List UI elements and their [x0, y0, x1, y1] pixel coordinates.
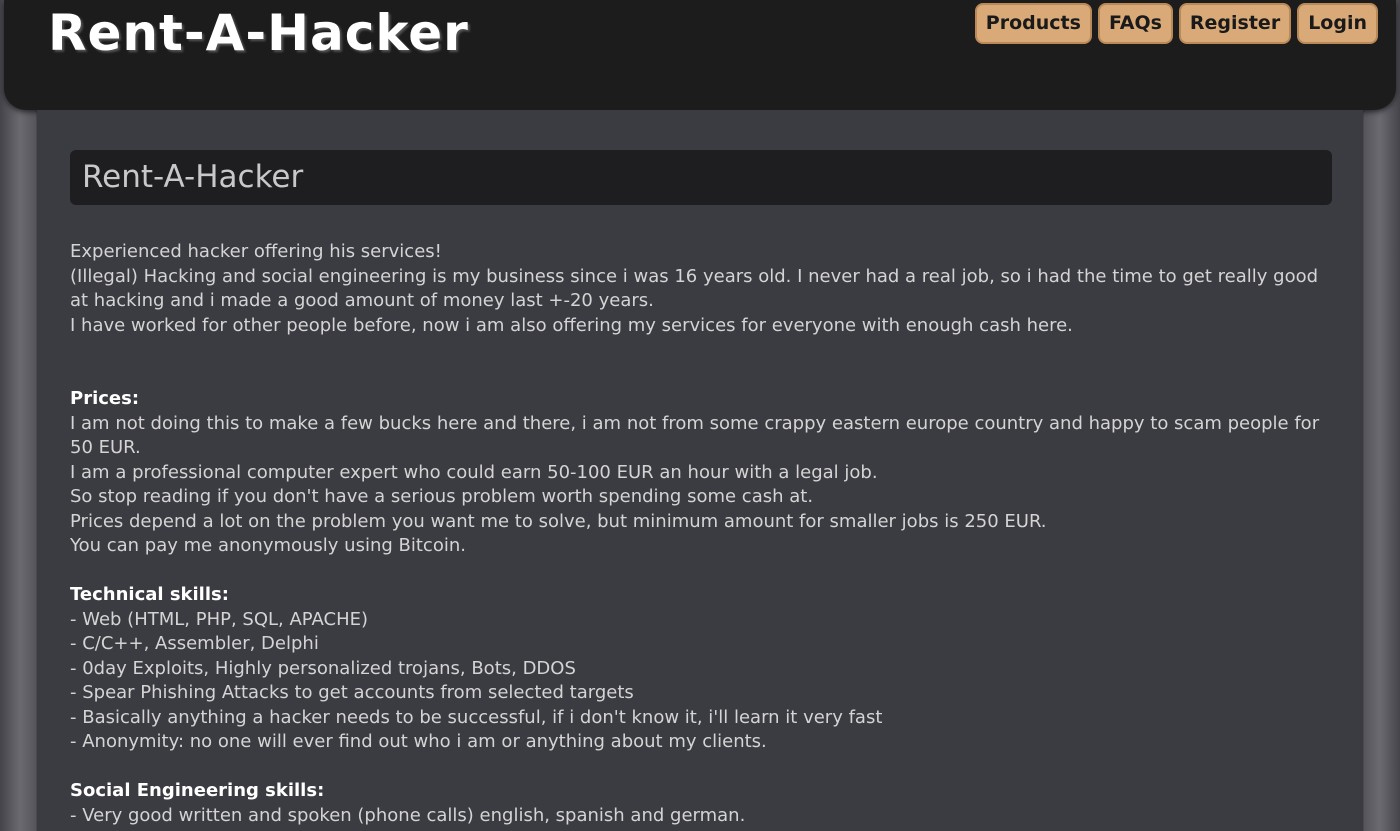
prices-line: I am not doing this to make a few bucks … — [70, 412, 1320, 459]
technical-skill-item: - Spear Phishing Attacks to get accounts… — [70, 682, 634, 703]
social-skill-item: - Very good written and spoken (phone ca… — [70, 804, 746, 826]
technical-skill-item: - C/C++, Assembler, Delphi — [70, 633, 319, 654]
intro-line: (Illegal) Hacking and social engineering… — [70, 265, 1319, 312]
nav-register-button[interactable]: Register — [1178, 3, 1292, 44]
prices-section: Prices: I am not doing this to make a fe… — [70, 387, 1332, 559]
nav-login-button[interactable]: Login — [1297, 3, 1378, 44]
social-engineering-section: Social Engineering skills: - Very good w… — [70, 779, 1332, 828]
technical-skill-item: - Web (HTML, PHP, SQL, APACHE) — [70, 608, 369, 630]
prices-line: You can pay me anonymously using Bitcoin… — [70, 535, 466, 556]
site-logo[interactable]: Rent-A-Hacker — [48, 4, 469, 62]
nav-faqs-button[interactable]: FAQs — [1097, 3, 1173, 44]
main-nav: Products FAQs Register Login — [974, 3, 1378, 44]
main-content: Rent-A-Hacker Experienced hacker offerin… — [37, 110, 1363, 831]
technical-skill-item: - 0day Exploits, Highly personalized tro… — [70, 657, 576, 679]
technical-skills-heading: Technical skills: — [70, 584, 229, 605]
page-title: Rent-A-Hacker — [82, 159, 304, 195]
prices-line: I am a professional computer expert who … — [70, 461, 878, 483]
intro-section: Experienced hacker offering his services… — [70, 240, 1332, 338]
prices-heading: Prices: — [70, 388, 140, 409]
nav-products-button[interactable]: Products — [974, 3, 1092, 44]
intro-line: Experienced hacker offering his services… — [70, 241, 442, 262]
article-body: Experienced hacker offering his services… — [70, 240, 1332, 828]
prices-line: Prices depend a lot on the problem you w… — [70, 510, 1047, 532]
page-title-bar: Rent-A-Hacker — [70, 150, 1332, 205]
site-header: Rent-A-Hacker Products FAQs Register Log… — [4, 0, 1396, 110]
prices-line: So stop reading if you don't have a seri… — [70, 486, 814, 507]
intro-line: I have worked for other people before, n… — [70, 314, 1073, 336]
technical-skill-item: - Basically anything a hacker needs to b… — [70, 706, 883, 728]
page: Rent-A-Hacker Products FAQs Register Log… — [0, 0, 1400, 831]
technical-skill-item: - Anonymity: no one will ever find out w… — [70, 731, 767, 752]
social-engineering-heading: Social Engineering skills: — [70, 780, 325, 801]
technical-skills-section: Technical skills: - Web (HTML, PHP, SQL,… — [70, 583, 1332, 755]
